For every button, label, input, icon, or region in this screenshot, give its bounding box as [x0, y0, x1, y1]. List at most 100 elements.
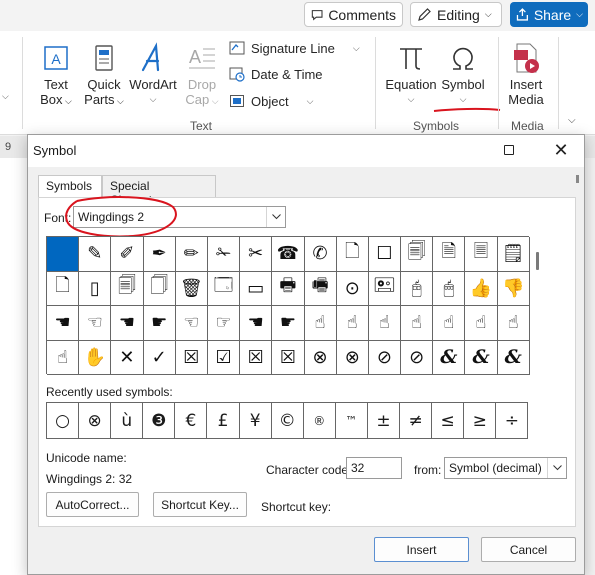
- symbol-cell-selected[interactable]: [47, 237, 80, 272]
- symbol-cell[interactable]: ▭: [240, 271, 273, 306]
- recent-symbol-cell[interactable]: ≠: [400, 403, 433, 439]
- symbol-cell[interactable]: ☝: [401, 306, 434, 341]
- signature-line-button[interactable]: Signature Line ⌵: [229, 38, 360, 58]
- symbol-cell[interactable]: 👎: [497, 271, 530, 306]
- recent-symbol-cell[interactable]: ÷: [496, 403, 529, 439]
- symbol-cell[interactable]: ☒: [240, 340, 273, 375]
- symbol-cell[interactable]: ⊙: [336, 271, 369, 306]
- comments-button[interactable]: Comments: [304, 2, 403, 27]
- symbol-cell[interactable]: ✋: [79, 340, 112, 375]
- symbol-cell[interactable]: ☜: [79, 306, 112, 341]
- quick-parts-button[interactable]: Quick Parts ⌵: [84, 39, 124, 109]
- chevron-down-icon[interactable]: ⌵: [568, 115, 576, 126]
- chevron-down-icon[interactable]: [547, 458, 566, 478]
- symbol-cell[interactable]: 🖷: [304, 271, 337, 306]
- symbol-cell[interactable]: ☝: [433, 306, 466, 341]
- symbol-cell[interactable]: ☞: [207, 306, 241, 341]
- symbol-cell[interactable]: 🗐: [401, 237, 434, 272]
- symbol-cell[interactable]: ☝: [47, 340, 80, 375]
- symbol-cell[interactable]: ⊘: [368, 340, 402, 375]
- symbol-cell[interactable]: ✎: [79, 237, 112, 272]
- symbol-cell[interactable]: ☝: [465, 306, 498, 341]
- symbol-cell[interactable]: ☝: [304, 306, 337, 341]
- symbol-cell[interactable]: ☚: [111, 306, 144, 341]
- symbol-cell[interactable]: ☛: [143, 306, 176, 341]
- recent-symbol-cell[interactable]: ©: [271, 403, 304, 439]
- symbol-cell[interactable]: ✏: [175, 237, 208, 272]
- recent-symbol-cell[interactable]: ™: [335, 403, 368, 439]
- symbol-cell[interactable]: 🖱: [433, 271, 466, 306]
- share-button[interactable]: Share ⌵: [510, 2, 588, 27]
- text-box-button[interactable]: A Text Box ⌵: [36, 39, 76, 109]
- insert-media-button[interactable]: Insert Media: [504, 39, 548, 107]
- symbol-cell[interactable]: ☝: [336, 306, 369, 341]
- wordart-button[interactable]: WordArt ⌵: [126, 39, 180, 107]
- recent-symbol-cell[interactable]: ±: [367, 403, 401, 439]
- symbol-button[interactable]: Symbol ⌵: [440, 39, 486, 107]
- symbol-cell[interactable]: ✁: [207, 237, 241, 272]
- recent-symbol-cell[interactable]: €: [175, 403, 208, 439]
- symbol-cell[interactable]: ▯: [79, 271, 112, 306]
- symbol-cell[interactable]: 🗒: [497, 237, 530, 272]
- recent-symbol-cell[interactable]: ≤: [432, 403, 465, 439]
- symbol-cell[interactable]: 🗋: [336, 237, 369, 272]
- from-select[interactable]: Symbol (decimal): [444, 457, 567, 479]
- symbol-grid-scrollbar[interactable]: [533, 236, 543, 374]
- symbol-cell[interactable]: ☝: [368, 306, 402, 341]
- maximize-icon[interactable]: [504, 145, 514, 155]
- symbol-cell[interactable]: ⊗: [336, 340, 369, 375]
- symbol-cell[interactable]: ☜: [175, 306, 208, 341]
- chevron-down-icon[interactable]: [266, 207, 285, 227]
- symbol-cell[interactable]: ✐: [111, 237, 144, 272]
- symbol-cell[interactable]: ☚: [47, 306, 80, 341]
- font-select[interactable]: Wingdings 2: [73, 206, 286, 228]
- insert-button[interactable]: Insert: [374, 537, 469, 562]
- symbol-cell[interactable]: ⊘: [401, 340, 434, 375]
- shortcut-key-button[interactable]: Shortcut Key...: [153, 492, 247, 517]
- autocorrect-button[interactable]: AutoCorrect...: [46, 492, 139, 517]
- symbol-cell[interactable]: 🗋: [47, 271, 80, 306]
- symbol-cell[interactable]: ☐: [368, 237, 402, 272]
- symbol-cell[interactable]: 🖶: [272, 271, 305, 306]
- object-button[interactable]: Object ⌵: [229, 91, 313, 111]
- symbol-cell[interactable]: ☑: [207, 340, 241, 375]
- recent-symbol-cell[interactable]: ¥: [239, 403, 272, 439]
- symbol-cell[interactable]: 🗐: [111, 271, 144, 306]
- symbol-cell[interactable]: ✒: [143, 237, 176, 272]
- tab-special-characters[interactable]: Special Characters: [102, 175, 216, 207]
- close-icon[interactable]: ✕: [550, 140, 572, 162]
- recent-symbol-cell[interactable]: ®: [303, 403, 336, 439]
- recent-symbol-cell[interactable]: ù: [111, 403, 144, 439]
- symbol-cell[interactable]: ☝: [497, 306, 530, 341]
- symbol-cell[interactable]: ✕: [111, 340, 144, 375]
- symbol-cell[interactable]: ✂: [240, 237, 273, 272]
- date-time-button[interactable]: Date & Time: [229, 64, 323, 84]
- cancel-button[interactable]: Cancel: [481, 537, 576, 562]
- symbol-cell[interactable]: 🗎: [433, 237, 466, 272]
- recent-symbol-cell[interactable]: £: [207, 403, 240, 439]
- editing-button[interactable]: Editing ⌵: [410, 2, 502, 27]
- recent-symbol-cell[interactable]: ○: [47, 403, 80, 439]
- symbol-cell[interactable]: ⊗: [304, 340, 337, 375]
- equation-button[interactable]: Equation ⌵: [384, 39, 438, 107]
- symbol-cell[interactable]: 🗔: [207, 271, 241, 306]
- symbol-cell[interactable]: ☒: [272, 340, 305, 375]
- symbol-cell[interactable]: ✓: [143, 340, 176, 375]
- symbol-cell[interactable]: &: [465, 340, 498, 375]
- recent-symbol-cell[interactable]: ⊗: [79, 403, 112, 439]
- scrollbar-thumb[interactable]: [576, 175, 579, 183]
- recent-symbol-cell[interactable]: ❸: [143, 403, 176, 439]
- symbol-cell[interactable]: ☒: [175, 340, 208, 375]
- symbol-cell[interactable]: 🗏: [465, 237, 498, 272]
- character-code-input[interactable]: 32: [346, 457, 402, 479]
- symbol-cell[interactable]: ☚: [240, 306, 273, 341]
- symbol-cell[interactable]: ☎: [272, 237, 305, 272]
- symbol-cell[interactable]: ✆: [304, 237, 337, 272]
- symbol-cell[interactable]: 🖭: [368, 271, 402, 306]
- symbol-cell[interactable]: ☛: [272, 306, 305, 341]
- recent-symbol-cell[interactable]: ≥: [464, 403, 497, 439]
- recent-symbols-grid[interactable]: ○ ⊗ ù ❸ € £ ¥ © ® ™ ± ≠ ≤ ≥ ÷: [46, 402, 529, 439]
- symbol-cell[interactable]: 🗑: [175, 271, 208, 306]
- scrollbar-thumb[interactable]: [536, 252, 539, 270]
- symbol-cell[interactable]: &: [433, 340, 466, 375]
